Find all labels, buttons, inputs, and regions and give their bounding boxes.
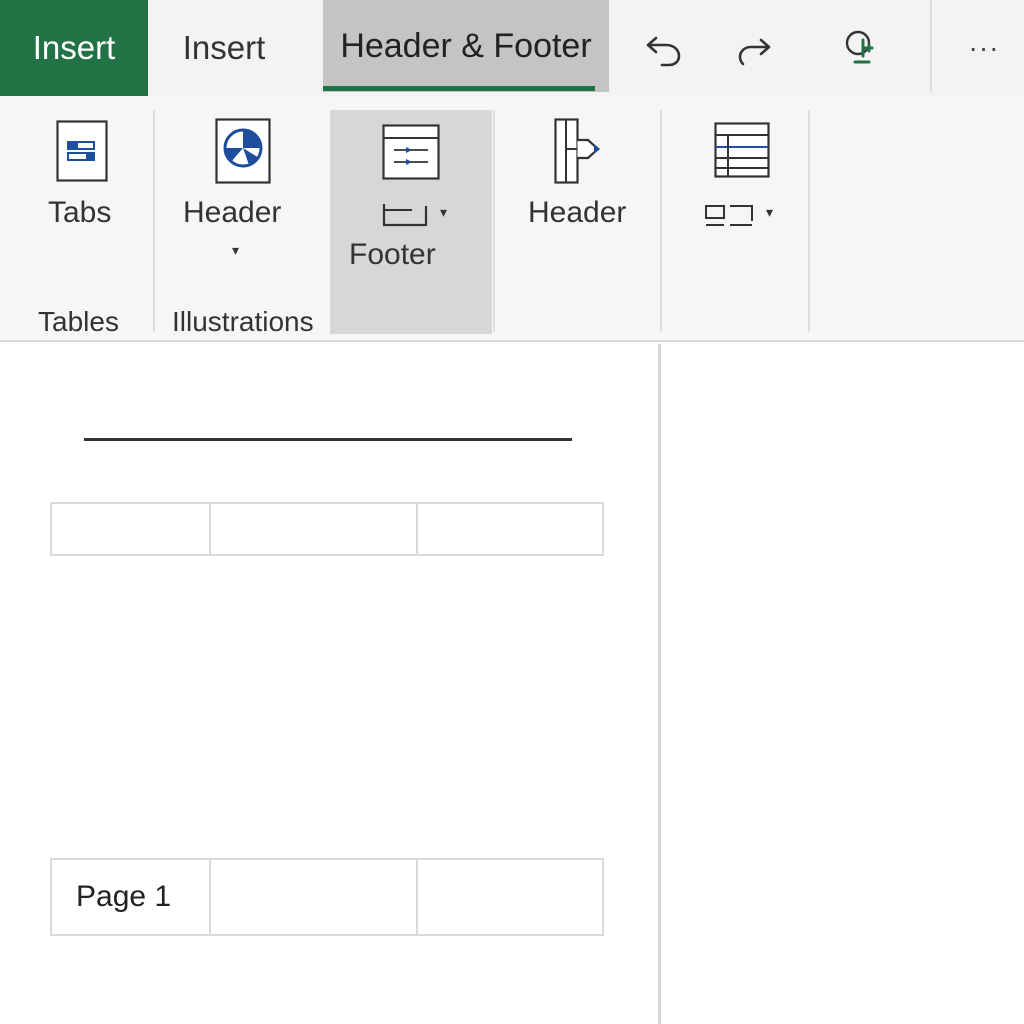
- tables-group-label: Tables: [38, 306, 119, 337]
- layout-options-icon: [705, 205, 753, 226]
- undo-icon: [646, 36, 681, 67]
- footer-left-cell[interactable]: Page 1: [50, 858, 211, 936]
- table-row: [50, 502, 604, 556]
- layout-dropdown-caret: ▾: [766, 204, 774, 220]
- tab-insert[interactable]: Insert: [148, 0, 300, 96]
- header-dropdown-caret: ▾: [232, 242, 240, 258]
- footer-small-icon: [382, 204, 428, 227]
- header-section: [50, 502, 604, 556]
- more-options-button[interactable]: ···: [958, 22, 1010, 74]
- redo-button[interactable]: [729, 22, 781, 74]
- group-divider: [808, 110, 810, 332]
- tables-button[interactable]: Tabs: [20, 110, 144, 290]
- footer-dropdown-caret: ▾: [440, 204, 448, 220]
- active-tab-indicator: [323, 86, 595, 91]
- illustrations-group-label: Illustrations: [172, 306, 314, 337]
- page-layout-button[interactable]: ▾: [690, 110, 790, 250]
- tab-bar: Insert Insert Header & Footer ···: [0, 0, 1024, 96]
- table-grid-icon: [714, 122, 770, 178]
- tab-bar-divider: [930, 0, 932, 92]
- illustrations-header-label: Header: [183, 196, 282, 229]
- header-center-cell[interactable]: [209, 502, 418, 556]
- picture-icon: [215, 118, 271, 184]
- group-divider: [660, 110, 662, 332]
- tab-header-footer[interactable]: Header & Footer: [323, 0, 609, 92]
- header-left-cell[interactable]: [50, 502, 211, 556]
- undo-button[interactable]: [638, 22, 690, 74]
- footer-right-cell[interactable]: [416, 858, 604, 936]
- footer-button-label: Footer: [349, 238, 436, 271]
- header-right-cell[interactable]: [416, 502, 604, 556]
- tab-file[interactable]: Insert: [0, 0, 148, 96]
- table-tabs-icon: [56, 120, 108, 182]
- ribbon: Tabs Tables Header ▾ Illustrations ▾ Foo…: [0, 96, 1024, 342]
- touch-mode-button[interactable]: [835, 22, 887, 74]
- header-insert-icon: [554, 118, 600, 184]
- footer-center-cell[interactable]: [209, 858, 418, 936]
- header-button[interactable]: Header: [510, 110, 650, 280]
- group-divider: [153, 110, 155, 332]
- illustrations-header-button[interactable]: Header ▾: [170, 110, 310, 280]
- table-row: Page 1: [50, 858, 604, 936]
- footer-button[interactable]: ▾ Footer: [330, 110, 492, 334]
- group-divider: [493, 110, 495, 332]
- footer-section: Page 1: [50, 858, 604, 936]
- header-button-label: Header: [528, 196, 627, 229]
- redo-icon: [738, 38, 771, 66]
- tables-button-label: Tabs: [48, 196, 112, 229]
- page-divider: [658, 344, 661, 1024]
- touch-mode-icon: [845, 30, 874, 64]
- header-rule: [84, 438, 572, 441]
- footer-layout-icon: [382, 124, 440, 180]
- document-canvas: Page 1: [0, 344, 1024, 1024]
